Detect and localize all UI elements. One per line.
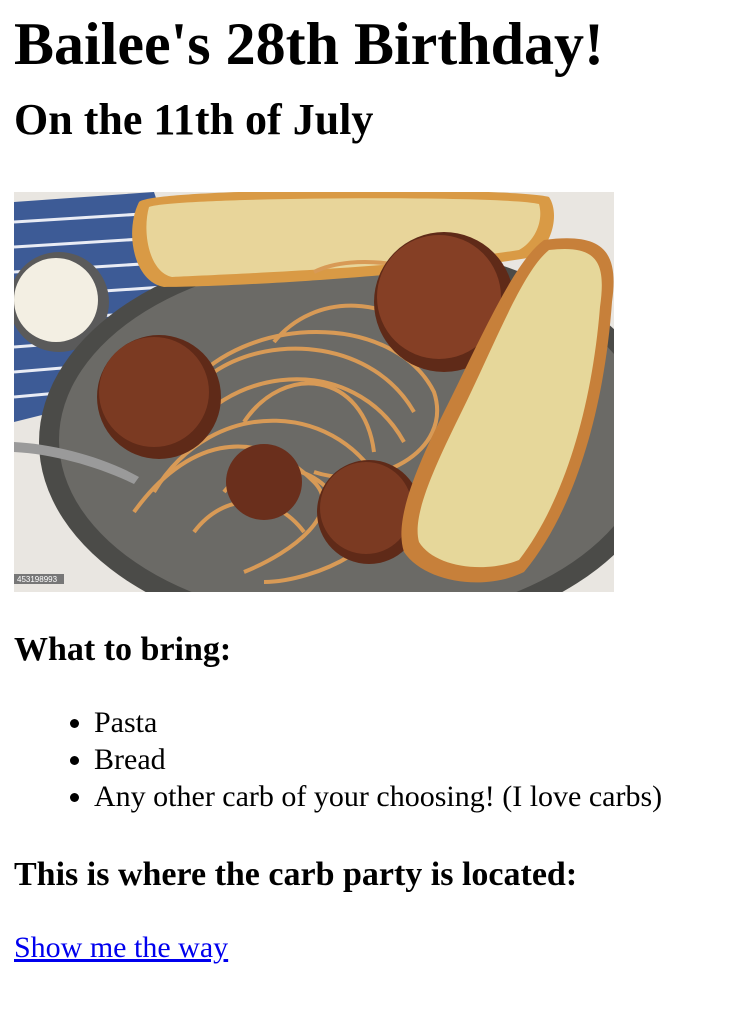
svg-text:453198993: 453198993 — [17, 575, 58, 584]
location-heading: This is where the carb party is located: — [14, 856, 578, 893]
list-item: Pasta — [94, 704, 750, 741]
food-photo: 453198993 — [14, 192, 614, 592]
date-heading: On the 11th of July — [14, 95, 374, 144]
bring-list: Pasta Bread Any other carb of your choos… — [14, 704, 750, 815]
stock-id-label: 453198993 — [14, 574, 64, 584]
directions-link[interactable]: Show me the way — [14, 929, 228, 967]
page-title: Bailee's 28th Birthday! — [14, 11, 605, 77]
page: Bailee's 28th Birthday! On the 11th of J… — [0, 0, 750, 1016]
list-item: Bread — [94, 741, 750, 778]
bring-heading: What to bring: — [14, 631, 232, 668]
list-item: Any other carb of your choosing! (I love… — [94, 778, 750, 815]
